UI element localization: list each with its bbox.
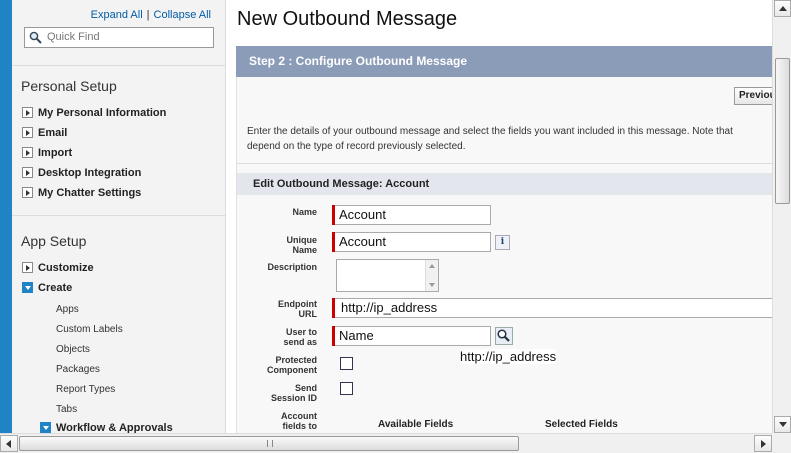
setup-sidebar: Expand All | Collapse All Quick Find Perso… (12, 0, 226, 433)
expand-triangle-icon[interactable] (22, 107, 33, 118)
scroll-right-arrow-icon[interactable] (754, 435, 772, 452)
collapse-triangle-icon[interactable] (40, 422, 51, 433)
intro-text: Enter the details of your outbound messa… (247, 124, 772, 154)
send-session-id-label: Send Session ID (270, 383, 317, 403)
protected-component-checkbox[interactable] (340, 357, 353, 370)
endpoint-url-input[interactable]: http://ip_address (335, 298, 772, 318)
intro-line-2: depend on the type of record previously … (247, 141, 466, 152)
personal-setup-section: Personal Setup My Personal Information E… (12, 66, 225, 216)
main-content: New Outbound Message Step 2 : Configure … (227, 0, 772, 433)
collapse-triangle-icon[interactable] (22, 282, 33, 293)
browser-window: Expand All | Collapse All Quick Find Perso… (0, 0, 791, 453)
name-label: Name (292, 207, 317, 217)
sidebar-subitem-custom-labels[interactable]: Custom Labels (56, 324, 123, 335)
scroll-left-arrow-icon[interactable] (0, 435, 18, 452)
unique-name-label: Unique Name (286, 235, 318, 255)
sidebar-subitem-packages[interactable]: Packages (56, 364, 100, 375)
sidebar-subitem-report-types[interactable]: Report Types (56, 384, 115, 395)
personal-setup-title: Personal Setup (21, 78, 117, 94)
expand-triangle-icon[interactable] (22, 127, 33, 138)
app-setup-title: App Setup (21, 233, 87, 249)
vertical-scroll-thumb[interactable] (775, 58, 790, 204)
expand-triangle-icon[interactable] (22, 187, 33, 198)
user-to-send-as-input[interactable]: Name (335, 326, 491, 346)
account-fields-label: Account fields to (281, 411, 317, 431)
sidebar-accent-strip (0, 0, 12, 433)
expand-triangle-icon[interactable] (22, 147, 33, 158)
horizontal-scroll-thumb[interactable] (19, 436, 519, 451)
selected-fields-header: Selected Fields (545, 419, 618, 430)
sidebar-subitem-objects[interactable]: Objects (56, 344, 90, 355)
step-panel: Previous Enter the details of your outbo… (236, 77, 772, 433)
scroll-up-icon[interactable] (429, 264, 435, 268)
page-title: New Outbound Message (237, 8, 458, 30)
scrollbar-corner (772, 433, 791, 453)
scroll-down-icon[interactable] (429, 283, 435, 287)
edit-section-title: Edit Outbound Message: Account (253, 178, 430, 190)
expand-collapse-links: Expand All | Collapse All (91, 9, 211, 21)
scroll-up-arrow-icon[interactable] (774, 0, 791, 17)
intro-line-1: Enter the details of your outbound messa… (247, 126, 733, 137)
user-to-send-as-label: User to send as (283, 327, 317, 347)
info-icon[interactable]: i (495, 235, 510, 250)
textarea-scrollbar[interactable] (425, 260, 438, 291)
expand-triangle-icon[interactable] (22, 167, 33, 178)
horizontal-scrollbar[interactable] (0, 433, 791, 453)
sidebar-subitem-apps[interactable]: Apps (56, 304, 79, 315)
description-label: Description (267, 262, 317, 272)
link-separator: | (146, 9, 150, 21)
app-setup-section: App Setup Customize Create Apps Custom L… (12, 217, 225, 433)
quick-find-input[interactable]: Quick Find (24, 27, 214, 48)
scroll-down-arrow-icon[interactable] (774, 416, 791, 433)
search-icon (29, 31, 42, 44)
previous-button[interactable]: Previous (734, 87, 772, 105)
vertical-scrollbar[interactable] (772, 0, 791, 433)
endpoint-tooltip: http://ip_address (460, 349, 557, 364)
sidebar-top: Expand All | Collapse All Quick Find (12, 0, 225, 66)
endpoint-url-label: Endpoint URL (278, 299, 317, 319)
send-session-id-checkbox[interactable] (340, 382, 353, 395)
divider (237, 163, 772, 164)
step-header: Step 2 : Configure Outbound Message (236, 46, 772, 77)
expand-triangle-icon[interactable] (22, 262, 33, 273)
sidebar-subitem-tabs[interactable]: Tabs (56, 404, 77, 415)
available-fields-header: Available Fields (378, 419, 454, 430)
name-input[interactable]: Account (335, 205, 491, 225)
description-textarea[interactable] (336, 259, 439, 292)
lookup-icon[interactable] (495, 327, 513, 345)
scroll-grip-icon (267, 440, 273, 447)
protected-component-label: Protected Component (267, 355, 317, 375)
collapse-all-link[interactable]: Collapse All (154, 9, 211, 21)
edit-section-header: Edit Outbound Message: Account = (237, 173, 772, 195)
expand-all-link[interactable]: Expand All (91, 9, 143, 21)
unique-name-input[interactable]: Account (335, 232, 491, 252)
quick-find-placeholder: Quick Find (47, 31, 100, 43)
